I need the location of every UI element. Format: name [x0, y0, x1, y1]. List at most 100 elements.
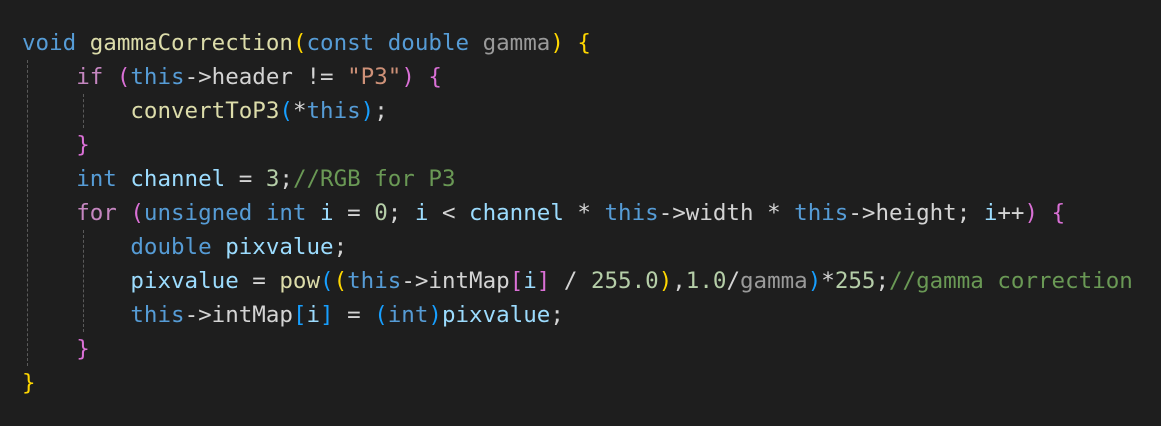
code-token: pixvalue	[225, 234, 334, 260]
code-token: )	[658, 268, 673, 294]
code-token: =	[333, 302, 375, 328]
code-token: )	[428, 302, 442, 328]
code-line[interactable]: }	[22, 128, 1133, 162]
code-token: pixvalue	[441, 302, 551, 328]
code-token: 3	[265, 166, 280, 192]
code-token: *	[292, 98, 307, 124]
code-token: ->header !=	[184, 64, 348, 90]
code-token: ;	[387, 200, 415, 226]
code-token: ]	[320, 302, 334, 328]
code-line[interactable]: int channel = 3;//RGB for P3	[22, 162, 1133, 196]
code-token: ;	[875, 268, 889, 294]
code-token: i	[306, 302, 321, 328]
code-token: }	[22, 370, 36, 396]
code-token: ->intMap	[401, 268, 510, 294]
code-token: this	[130, 64, 185, 90]
code-token: gammaCorrection	[89, 30, 293, 56]
code-token: =	[238, 268, 280, 294]
code-block[interactable]: void gammaCorrection(const double gamma)…	[22, 26, 1133, 400]
code-token: unsigned	[143, 200, 253, 226]
code-token: convertToP3	[130, 98, 280, 124]
code-line[interactable]: double pixvalue;	[22, 230, 1133, 264]
code-line[interactable]: if (this->header != "P3") {	[22, 60, 1133, 94]
code-token: ;	[374, 98, 388, 124]
code-token: (	[130, 200, 144, 226]
code-token: )	[1024, 200, 1039, 226]
code-token: [	[509, 268, 524, 294]
code-token: }	[76, 336, 90, 362]
code-token: i	[983, 200, 998, 226]
code-token: gamma	[739, 268, 808, 294]
code-token: 0	[374, 200, 388, 226]
code-token: ->height;	[848, 200, 984, 226]
code-token: {	[577, 30, 591, 56]
code-token: //gamma correction	[889, 268, 1133, 294]
code-token: channel	[469, 200, 564, 226]
code-line[interactable]: pixvalue = pow((this->intMap[i] / 255.0)…	[22, 264, 1133, 298]
code-token: [	[292, 302, 307, 328]
code-token: )	[807, 268, 822, 294]
code-token: (	[333, 268, 348, 294]
code-token: ;	[279, 166, 293, 192]
code-token: this	[604, 200, 659, 226]
code-token: (	[292, 30, 307, 56]
code-line[interactable]: for (unsigned int i = 0; i < channel * t…	[22, 196, 1133, 230]
code-token: int	[387, 302, 429, 328]
code-token: 255	[834, 268, 876, 294]
code-line[interactable]: this->intMap[i] = (int)pixvalue;	[22, 298, 1133, 332]
code-token: (	[116, 64, 131, 90]
code-token: const	[306, 30, 375, 56]
code-token: int	[76, 166, 117, 192]
code-line[interactable]: void gammaCorrection(const double gamma)…	[22, 26, 1133, 60]
code-token: for	[76, 200, 117, 226]
code-editor[interactable]: void gammaCorrection(const double gamma)…	[0, 0, 1161, 426]
code-token: this	[794, 200, 849, 226]
code-token: }	[76, 132, 90, 158]
code-token: (	[320, 268, 334, 294]
code-token: /	[550, 268, 591, 294]
code-token: ,	[672, 268, 686, 294]
code-token: ;	[550, 302, 564, 328]
code-token: 255.0	[590, 268, 659, 294]
code-line[interactable]: }	[22, 332, 1133, 366]
code-token: ++	[997, 200, 1025, 226]
code-token: i	[523, 268, 537, 294]
code-token: pixvalue	[130, 268, 239, 294]
code-token: (	[279, 98, 293, 124]
code-token: *	[563, 200, 605, 226]
code-token: int	[265, 200, 307, 226]
code-token: )	[401, 64, 415, 90]
code-token: )	[360, 98, 375, 124]
code-token: )	[550, 30, 564, 56]
code-token: {	[1051, 200, 1066, 226]
code-token: (	[374, 302, 388, 328]
code-line[interactable]: }	[22, 366, 1133, 400]
code-token: {	[428, 64, 442, 90]
code-token: if	[76, 64, 104, 90]
code-token: =	[333, 200, 375, 226]
code-token: //RGB for P3	[292, 166, 456, 192]
code-token: <	[428, 200, 470, 226]
code-token: ]	[536, 268, 551, 294]
code-token: this	[347, 268, 402, 294]
code-line[interactable]: convertToP3(*this);	[22, 94, 1133, 128]
code-token: =	[225, 166, 266, 192]
code-token: double	[387, 30, 470, 56]
code-token: pow	[279, 268, 321, 294]
